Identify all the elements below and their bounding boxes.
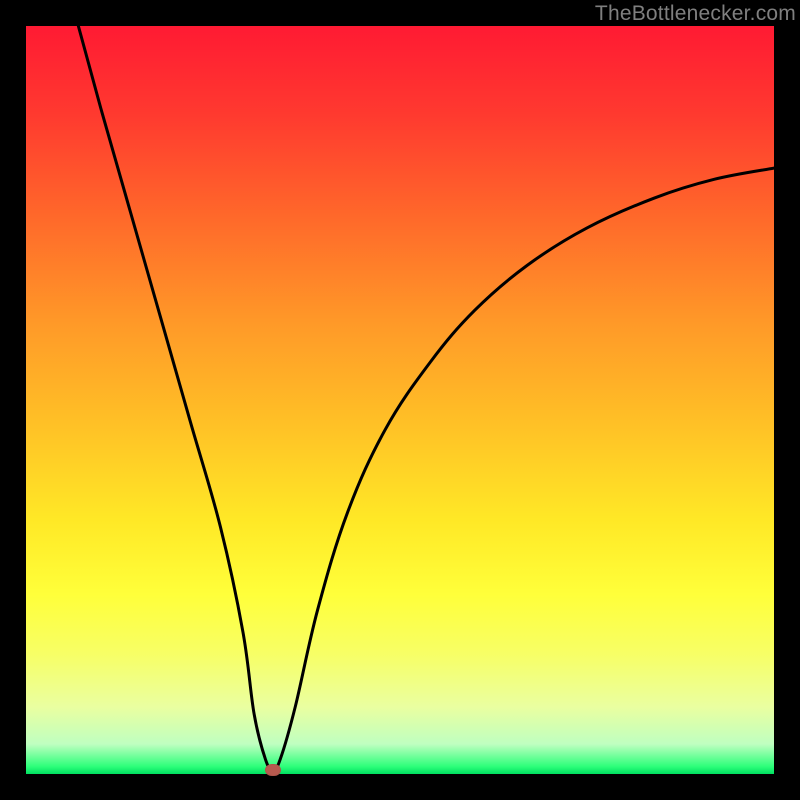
bottleneck-curve-path bbox=[78, 26, 774, 770]
curve-svg bbox=[26, 26, 774, 774]
minimum-marker bbox=[265, 764, 281, 776]
plot-area bbox=[26, 26, 774, 774]
watermark-text: TheBottlenecker.com bbox=[595, 2, 796, 26]
chart-stage: TheBottlenecker.com bbox=[0, 0, 800, 800]
